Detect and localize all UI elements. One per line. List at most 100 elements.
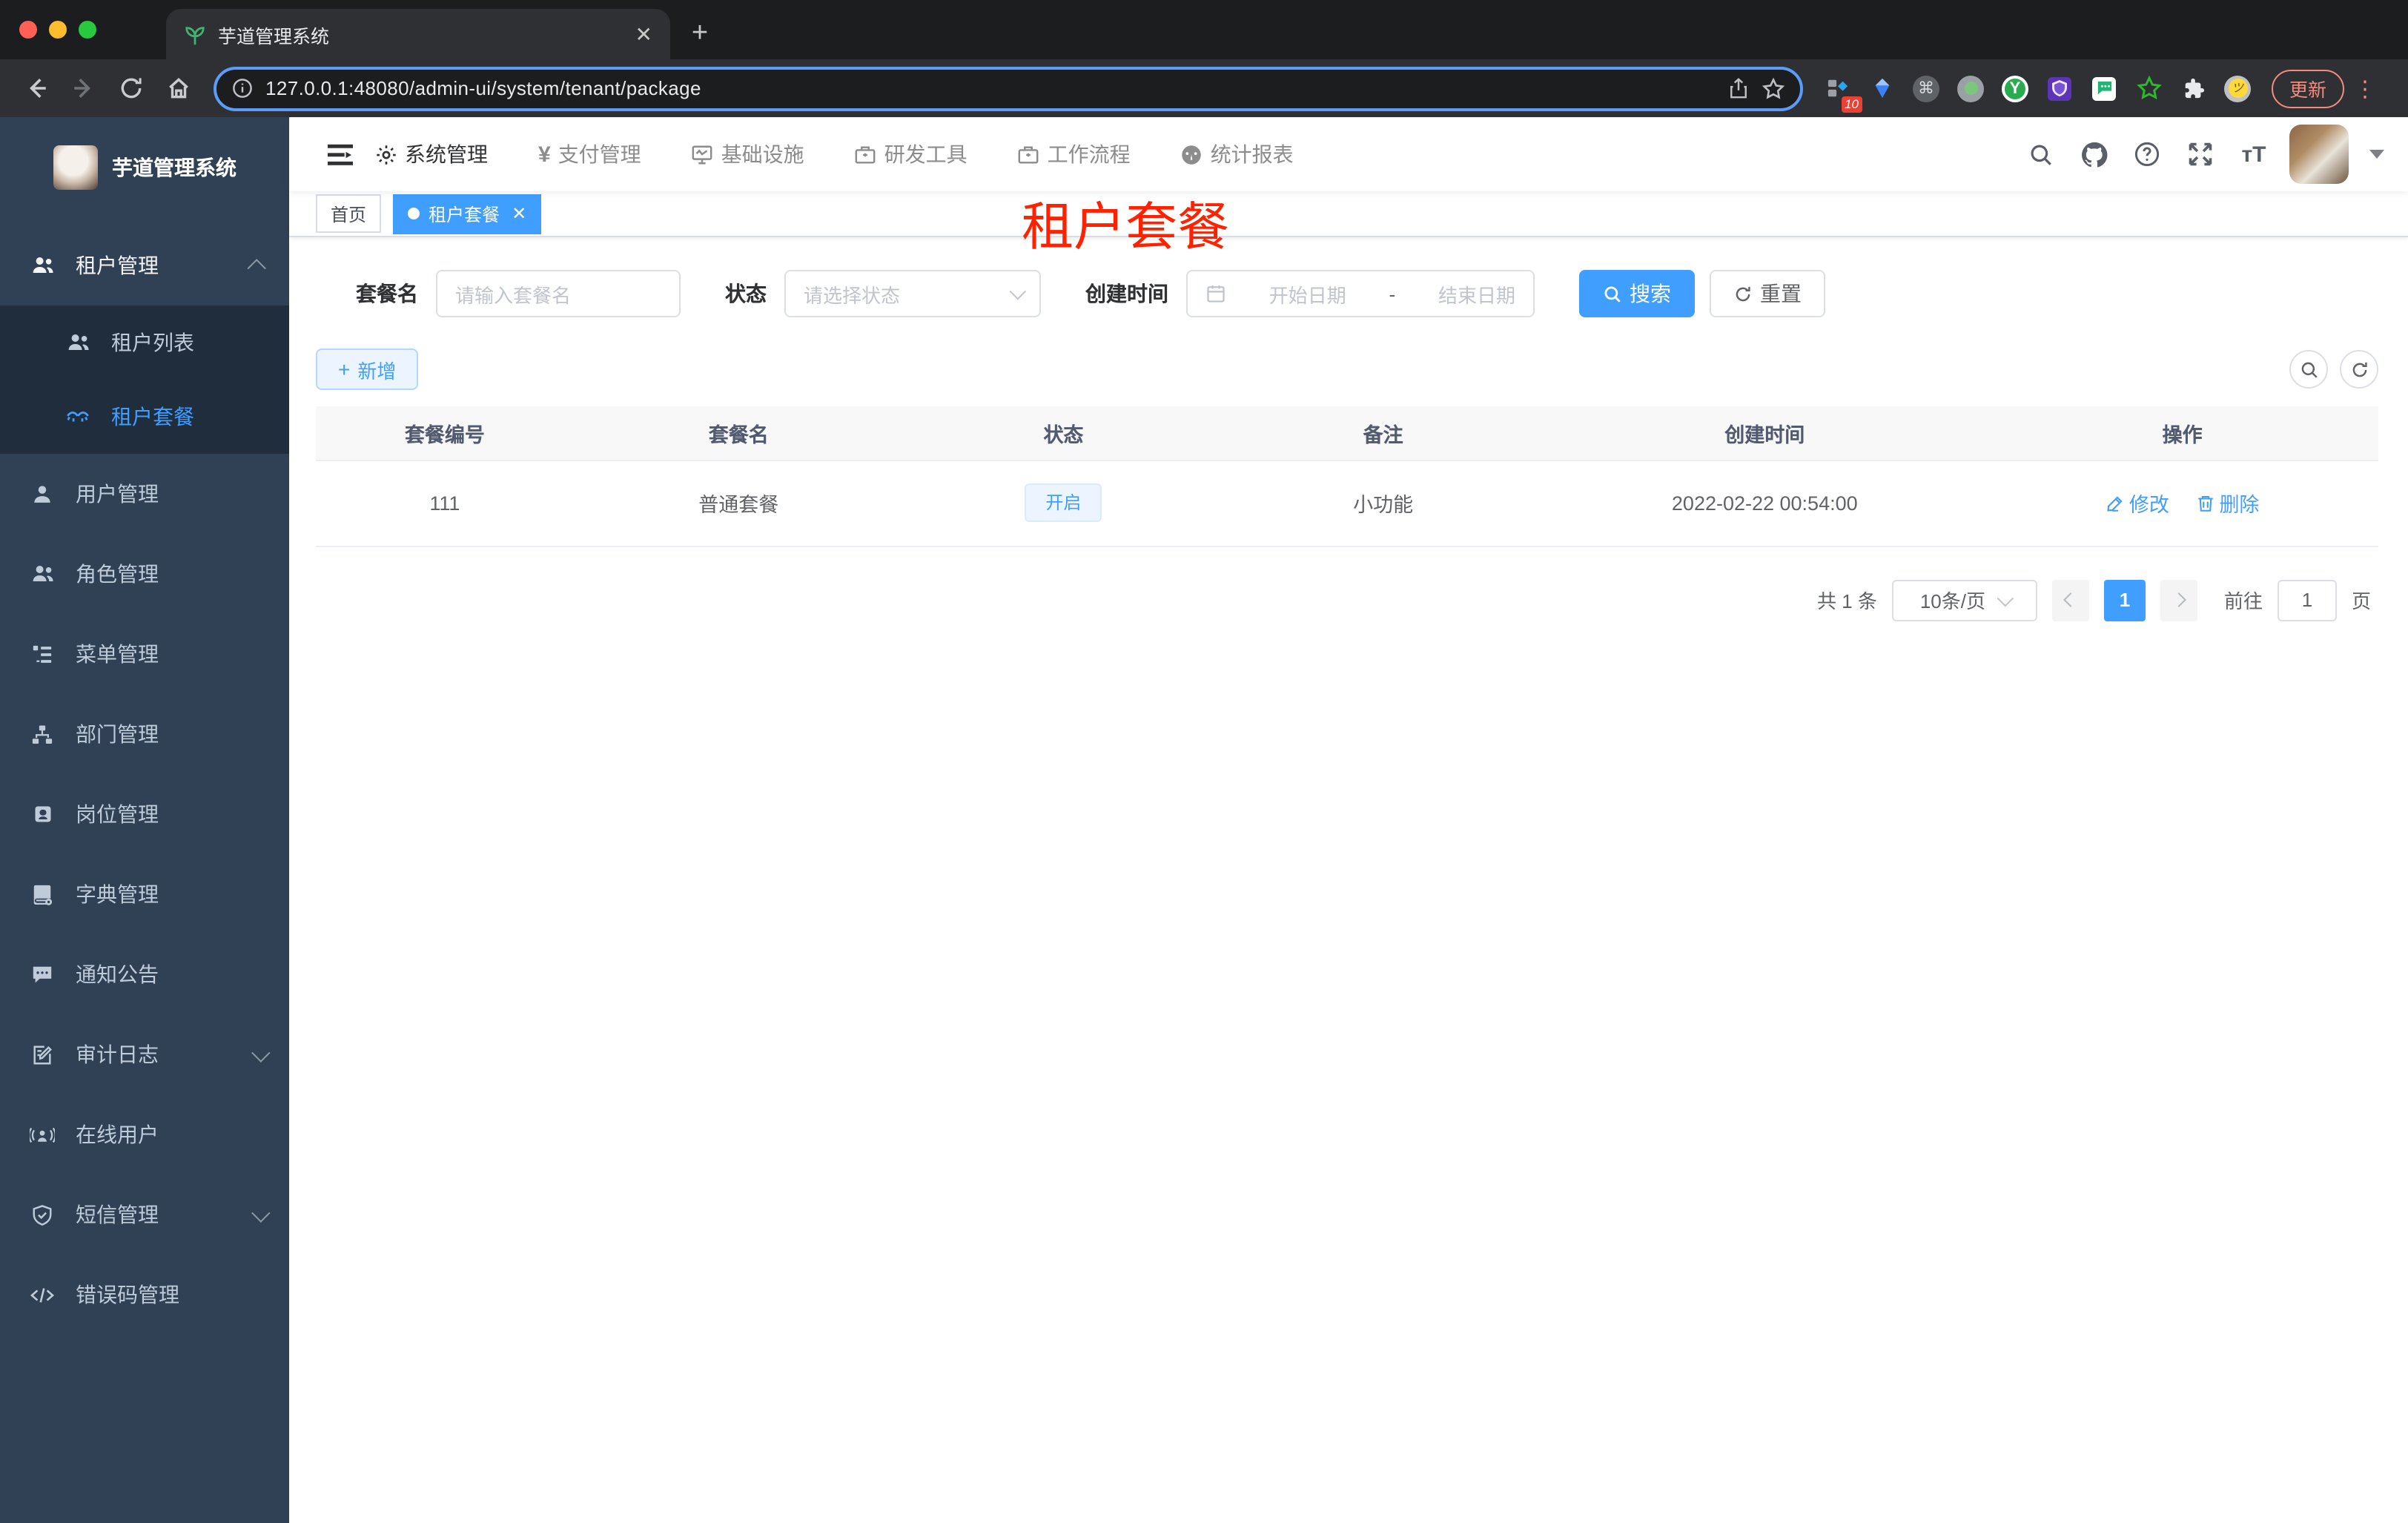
dashboard-icon xyxy=(1181,143,1203,165)
close-window-button[interactable] xyxy=(19,21,37,39)
sidebar-item-dept-management[interactable]: 部门管理 xyxy=(0,694,289,774)
page-unit-label: 页 xyxy=(2351,590,2371,612)
nav-dev-tools[interactable]: 研发工具 xyxy=(855,139,968,169)
bookmark-star-icon[interactable] xyxy=(1762,76,1785,100)
url-text[interactable]: 127.0.0.1:48080/admin-ui/system/tenant/p… xyxy=(265,77,1716,99)
browser-tab-strip: 芋道管理系统 ✕ + xyxy=(0,0,2408,59)
extension-tab-manager-icon[interactable]: 10 xyxy=(1818,69,1862,112)
browser-menu-icon[interactable]: ⋮ xyxy=(2350,75,2380,102)
page-size-select[interactable]: 10条/页 xyxy=(1891,579,2037,621)
sidebar-item-tenant-management[interactable]: 租户管理 xyxy=(0,225,289,305)
sidebar-item-menu-management[interactable]: 菜单管理 xyxy=(0,614,289,694)
page-jump-input[interactable] xyxy=(2277,579,2337,621)
sidebar-item-post-management[interactable]: 岗位管理 xyxy=(0,774,289,854)
nav-system-management[interactable]: 系统管理 xyxy=(375,139,488,169)
zoom-window-button[interactable] xyxy=(79,21,96,39)
extension-shield-icon[interactable] xyxy=(2040,69,2079,108)
nav-infrastructure[interactable]: 基础设施 xyxy=(692,139,804,169)
sidebar-item-role-management[interactable]: 角色管理 xyxy=(0,534,289,614)
refresh-table-button[interactable] xyxy=(2340,350,2378,389)
date-range-picker[interactable]: 开始日期 - 结束日期 xyxy=(1186,270,1535,317)
extension-command-icon[interactable]: ⌘ xyxy=(1907,69,1945,108)
extensions-puzzle-icon[interactable] xyxy=(2174,69,2212,108)
cell-remark: 小功能 xyxy=(1223,460,1544,546)
back-button[interactable] xyxy=(15,67,56,109)
nav-label: 统计报表 xyxy=(1210,142,1294,166)
edit-link[interactable]: 修改 xyxy=(2106,488,2169,518)
nav-statistics[interactable]: 统计报表 xyxy=(1181,139,1294,169)
minimize-window-button[interactable] xyxy=(49,21,67,39)
sidebar-logo[interactable]: 芋道管理系统 xyxy=(0,117,289,206)
table-header-row: 套餐编号 套餐名 状态 备注 创建时间 操作 xyxy=(316,406,2378,460)
peoples-icon xyxy=(30,254,55,277)
next-page-button[interactable] xyxy=(2160,579,2197,621)
search-button[interactable]: 搜索 xyxy=(1579,270,1695,317)
extension-star-icon[interactable] xyxy=(2129,69,2168,108)
forward-button[interactable] xyxy=(62,67,104,109)
sidebar-item-notice[interactable]: 通知公告 xyxy=(0,934,289,1014)
share-icon[interactable] xyxy=(1727,77,1750,99)
font-size-icon[interactable]: тT xyxy=(2236,136,2272,172)
cell-create-time: 2022-02-22 00:54:00 xyxy=(1543,460,1987,546)
table-toolbar: + 新增 xyxy=(316,348,2378,390)
address-bar[interactable]: 127.0.0.1:48080/admin-ui/system/tenant/p… xyxy=(214,66,1803,110)
sidebar-item-error-code[interactable]: 错误码管理 xyxy=(0,1255,289,1335)
extension-badge: 10 xyxy=(1841,96,1862,112)
new-tab-button[interactable]: + xyxy=(679,13,721,55)
sidebar-item-label: 角色管理 xyxy=(76,562,159,586)
help-icon[interactable] xyxy=(2129,136,2165,172)
nav-workflow[interactable]: 工作流程 xyxy=(1018,139,1131,169)
sidebar-item-label: 短信管理 xyxy=(76,1203,159,1226)
tags-view-bar: 首页 租户套餐 ✕ xyxy=(289,191,2408,237)
add-button[interactable]: + 新增 xyxy=(316,348,419,390)
toolbox-icon xyxy=(855,143,877,165)
sidebar-item-tenant-list[interactable]: 租户列表 xyxy=(0,305,289,380)
github-icon[interactable] xyxy=(2076,136,2111,172)
status-select[interactable]: 请选择状态 xyxy=(784,270,1041,317)
log-icon xyxy=(30,1043,55,1066)
extension-gem-icon[interactable] xyxy=(1862,69,1901,108)
prev-page-button[interactable] xyxy=(2051,579,2089,621)
refresh-icon xyxy=(2352,361,2366,377)
sidebar-toggle-icon[interactable] xyxy=(313,128,366,181)
sidebar-item-sms-management[interactable]: 短信管理 xyxy=(0,1175,289,1255)
browser-tab[interactable]: 芋道管理系统 ✕ xyxy=(166,9,670,59)
user-avatar[interactable] xyxy=(2289,125,2349,184)
tab-close-icon[interactable]: ✕ xyxy=(635,22,652,47)
nav-label: 支付管理 xyxy=(558,142,641,166)
end-date-placeholder[interactable]: 结束日期 xyxy=(1438,280,1515,308)
sidebar-item-tenant-package[interactable]: 租户套餐 xyxy=(0,380,289,454)
tag-label: 租户套餐 xyxy=(429,204,500,225)
sidebar-item-online-users[interactable]: 在线用户 xyxy=(0,1094,289,1175)
avatar-caret-down-icon[interactable] xyxy=(2369,150,2384,159)
sidebar-item-user-management[interactable]: 用户管理 xyxy=(0,454,289,534)
macos-traffic-lights[interactable] xyxy=(19,21,96,39)
cell-package-name: 普通套餐 xyxy=(573,460,904,546)
show-search-toggle-button[interactable] xyxy=(2289,350,2328,389)
total-count: 共 1 条 xyxy=(1817,590,1877,612)
tag-tenant-package[interactable]: 租户套餐 ✕ xyxy=(393,194,542,234)
extension-emoji-icon[interactable]: ツ xyxy=(2218,69,2257,108)
tag-close-icon[interactable]: ✕ xyxy=(512,203,526,224)
site-info-icon[interactable] xyxy=(231,77,254,99)
search-icon[interactable] xyxy=(2022,136,2058,172)
fullscreen-icon[interactable] xyxy=(2183,136,2218,172)
package-name-input[interactable]: 请输入套餐名 xyxy=(436,270,681,317)
nav-payment-management[interactable]: ¥ 支付管理 xyxy=(538,139,641,169)
sidebar-item-audit-log[interactable]: 审计日志 xyxy=(0,1014,289,1094)
delete-link[interactable]: 删除 xyxy=(2195,488,2259,518)
chrome-update-button[interactable]: 更新 xyxy=(2272,69,2345,108)
current-page-button[interactable]: 1 xyxy=(2103,579,2146,621)
extension-green-dot-icon[interactable] xyxy=(1951,69,1990,108)
reset-button-label: 重置 xyxy=(1760,282,1802,305)
filter-package-name: 套餐名 请输入套餐名 xyxy=(356,270,681,317)
sidebar-item-dict-management[interactable]: 字典管理 xyxy=(0,854,289,934)
extension-chat-icon[interactable] xyxy=(2085,69,2123,108)
reset-button[interactable]: 重置 xyxy=(1710,270,1825,317)
tag-home[interactable]: 首页 xyxy=(316,194,382,233)
extension-y-icon[interactable]: Y xyxy=(1996,69,2034,108)
start-date-placeholder[interactable]: 开始日期 xyxy=(1269,280,1346,308)
home-button[interactable] xyxy=(157,67,199,109)
search-icon xyxy=(2300,361,2317,377)
reload-button[interactable] xyxy=(110,67,151,109)
